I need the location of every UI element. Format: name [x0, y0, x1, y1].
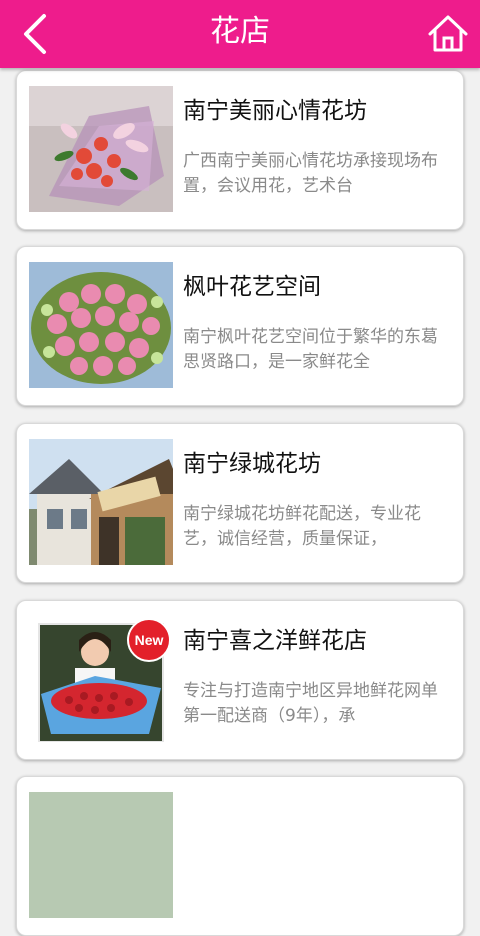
header-bar: 花店: [0, 0, 480, 68]
shop-name: 南宁绿城花坊: [183, 451, 321, 477]
shop-card[interactable]: [16, 776, 464, 936]
shop-description: 南宁枫叶花艺空间位于繁华的东葛思贤路口，是一家鲜花全: [183, 327, 438, 372]
shop-name: 枫叶花艺空间: [183, 274, 321, 300]
shop-card[interactable]: New 南宁喜之洋鲜花店 专注与打造南宁地区异地鲜花网单第一配送商（9年），承: [16, 600, 464, 760]
shop-description: 南宁绿城花坊鲜花配送，专业花艺，诚信经营，质量保证，: [183, 504, 421, 549]
shop-thumbnail: [29, 792, 173, 918]
shop-thumbnail: [29, 262, 173, 388]
shop-description: 广西南宁美丽心情花坊承接现场布置，会议用花，艺术台: [183, 151, 438, 196]
shop-card[interactable]: 南宁美丽心情花坊 广西南宁美丽心情花坊承接现场布置，会议用花，艺术台: [16, 70, 464, 230]
shop-name: 南宁美丽心情花坊: [183, 98, 367, 124]
new-badge: New: [127, 618, 171, 662]
shop-thumbnail: [29, 439, 173, 565]
page-title: 花店: [210, 14, 270, 49]
shop-description: 专注与打造南宁地区异地鲜花网单第一配送商（9年），承: [183, 681, 438, 726]
shop-card[interactable]: 南宁绿城花坊 南宁绿城花坊鲜花配送，专业花艺，诚信经营，质量保证，: [16, 423, 464, 583]
shop-thumbnail: New: [29, 616, 173, 742]
shop-name: 南宁喜之洋鲜花店: [183, 628, 367, 654]
home-button[interactable]: [426, 12, 470, 56]
shop-thumbnail: [29, 86, 173, 212]
home-icon: [428, 15, 468, 52]
shop-card[interactable]: 枫叶花艺空间 南宁枫叶花艺空间位于繁华的东葛思贤路口，是一家鲜花全: [16, 246, 464, 406]
